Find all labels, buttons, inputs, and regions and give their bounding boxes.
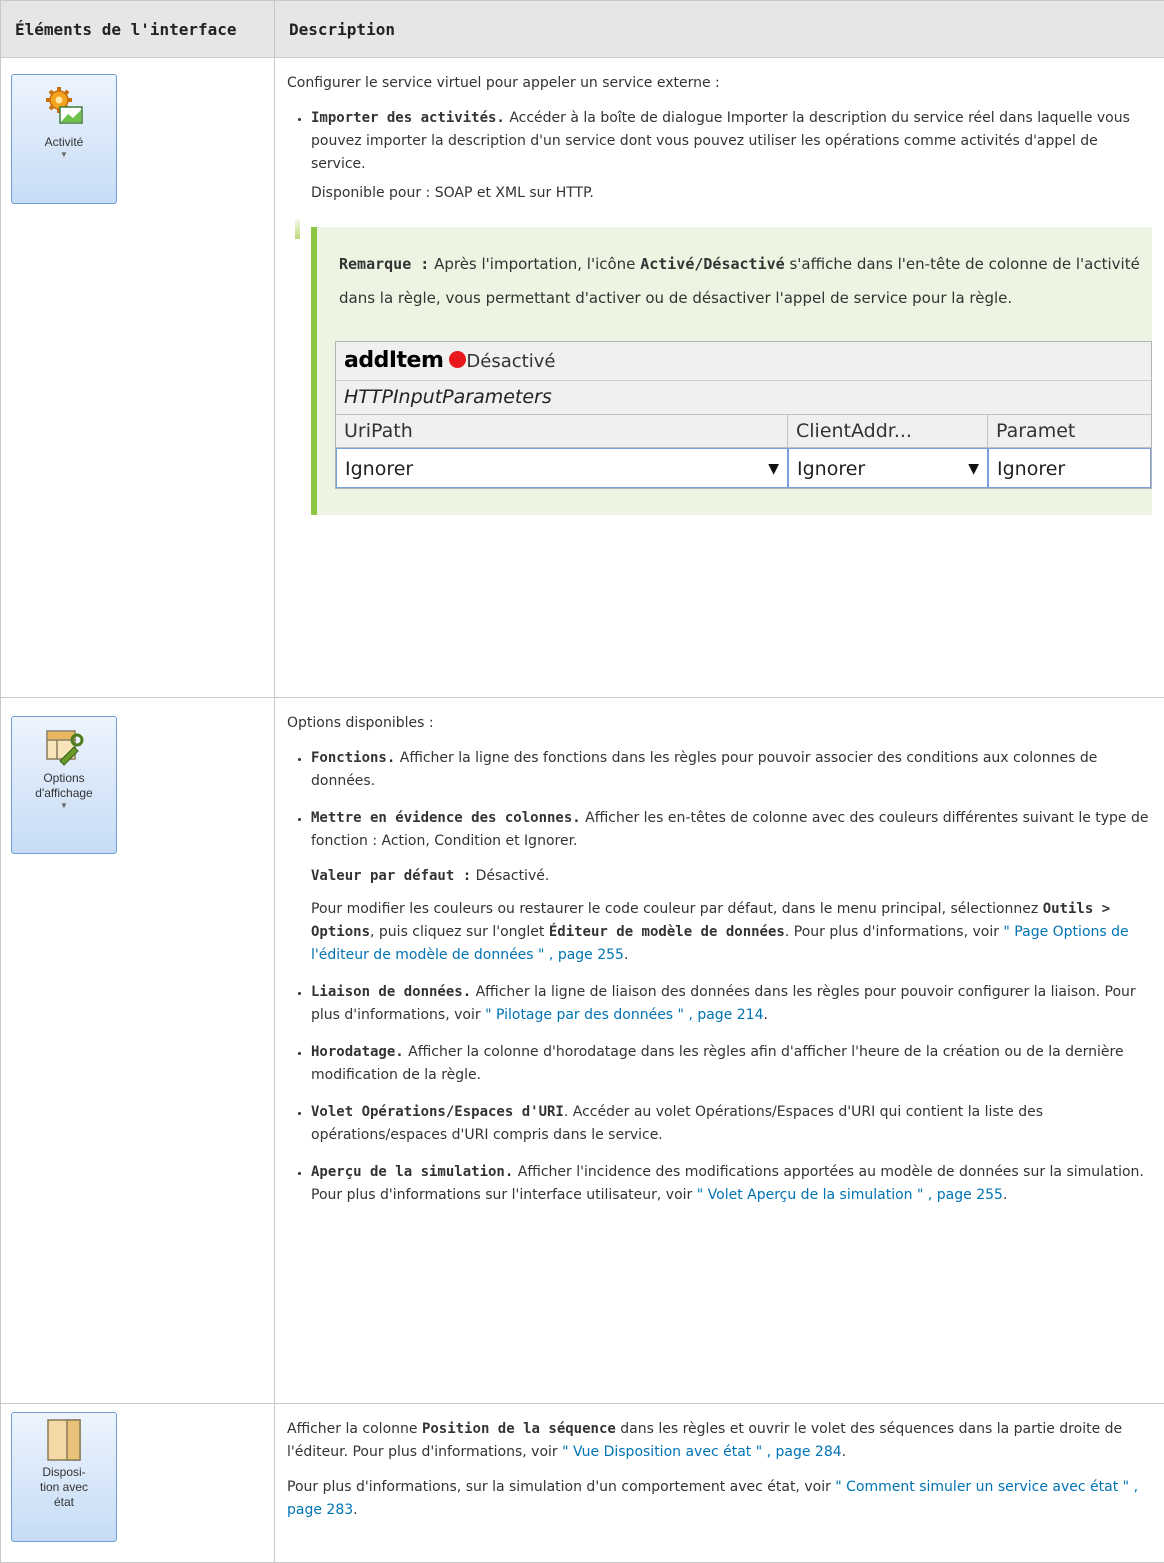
chevron-down-icon[interactable]: ▼	[768, 449, 779, 488]
description-cell: Configurer le service virtuel pour appel…	[275, 58, 1164, 698]
chevron-down-icon[interactable]: ▼	[968, 449, 979, 488]
activity-screenshot: addItem Désactivé HTTPInputParameters Uri…	[335, 341, 1152, 489]
text-part: Pour plus d'informations, sur la simulat…	[287, 1479, 835, 1495]
select-value: Ignorer	[997, 458, 1065, 480]
display-options-button[interactable]: Options d'affichage ▼	[11, 716, 117, 854]
layout-wrench-icon	[44, 727, 84, 767]
column-header-elements: Éléments de l'interface	[1, 1, 275, 58]
item-text: Afficher la ligne des fonctions dans les…	[311, 750, 1097, 789]
element-cell: Disposi- tion avec état	[1, 1404, 275, 1563]
item-title: Aperçu de la simulation.	[311, 1164, 513, 1180]
default-value: Valeur par défaut : Désactivé.	[311, 865, 1152, 888]
select-value: Ignorer	[797, 458, 865, 480]
stateful-simulation-info: Pour plus d'informations, sur la simulat…	[287, 1476, 1152, 1522]
note-text-part: Après l'importation, l'icône	[429, 255, 640, 273]
item-title: Volet Opérations/Espaces d'URI	[311, 1104, 564, 1120]
values-row: Ignorer ▼ Ignorer ▼ Ignorer	[336, 448, 1151, 488]
activity-header: addItem Désactivé	[336, 342, 1151, 381]
item-title: Mettre en évidence des colonnes.	[311, 810, 581, 826]
note-box: Remarque : Après l'importation, l'icône …	[311, 227, 1152, 515]
description-cell: Options disponibles : Fonctions. Affiche…	[275, 698, 1164, 1404]
note-label: Remarque :	[339, 255, 429, 273]
description-cell: Afficher la colonne Position de la séque…	[275, 1404, 1164, 1563]
availability-text: Disponible pour : SOAP et XML sur HTTP.	[311, 182, 1152, 205]
list-item: Horodatage. Afficher la colonne d'horoda…	[311, 1041, 1152, 1087]
disabled-status-icon[interactable]	[449, 351, 466, 368]
display-options-intro: Options disponibles :	[287, 712, 1152, 735]
activity-button[interactable]: Activité ▼	[11, 74, 117, 204]
item-text: Afficher la colonne d'horodatage dans le…	[311, 1044, 1124, 1083]
text-part: , puis cliquez sur l'onglet	[370, 924, 549, 940]
column-clientaddr[interactable]: ClientAddr...	[788, 415, 988, 448]
list-item: Volet Opérations/Espaces d'URI. Accéder …	[311, 1101, 1152, 1147]
element-cell: Activité ▼	[1, 58, 275, 698]
select-value: Ignorer	[345, 458, 413, 480]
item-title: Liaison de données.	[311, 984, 471, 1000]
table-row: Options d'affichage ▼ Options disponible…	[1, 698, 1164, 1404]
activity-intro: Configurer le service virtuel pour appel…	[287, 72, 1152, 95]
parameters-select[interactable]: Ignorer	[988, 448, 1151, 488]
activity-button-label: Activité	[12, 135, 116, 150]
list-item: Fonctions. Afficher la ligne des fonctio…	[311, 747, 1152, 793]
stateful-layout-label-3: état	[12, 1495, 116, 1510]
split-panel-icon	[47, 1419, 81, 1461]
uripath-select[interactable]: Ignorer ▼	[336, 448, 788, 488]
table-row: Activité ▼ Configurer le service virtuel…	[1, 58, 1164, 698]
colors-paragraph: Pour modifier les couleurs ou restaurer …	[311, 898, 1152, 967]
tab-name: Éditeur de modèle de données	[549, 924, 785, 940]
gear-chart-icon	[42, 85, 86, 129]
dropdown-arrow-icon: ▼	[12, 801, 116, 810]
item-title: Importer des activités.	[311, 110, 505, 126]
list-item: Mettre en évidence des colonnes. Affiche…	[311, 807, 1152, 967]
activity-status[interactable]: Désactivé	[466, 351, 555, 372]
display-options-label-1: Options	[12, 771, 116, 786]
display-options-list: Fonctions. Afficher la ligne des fonctio…	[287, 747, 1152, 1207]
text-part: Afficher la colonne	[287, 1421, 422, 1437]
column-uripath[interactable]: UriPath	[336, 415, 788, 448]
clientaddr-select[interactable]: Ignorer ▼	[788, 448, 988, 488]
text-part: .	[763, 1007, 767, 1023]
stateful-layout-view-link[interactable]: " Vue Disposition avec état " , page 284	[562, 1444, 842, 1460]
text-part: Pour modifier les couleurs ou restaurer …	[311, 901, 1043, 917]
text-part: . Pour plus d'informations, voir	[785, 924, 1004, 940]
note-text: Remarque : Après l'importation, l'icône …	[339, 247, 1144, 315]
element-cell: Options d'affichage ▼	[1, 698, 275, 1404]
list-item: Importer des activités. Accéder à la boî…	[311, 107, 1152, 176]
activity-name: addItem	[344, 348, 443, 373]
item-title: Fonctions.	[311, 750, 395, 766]
data-driving-link[interactable]: " Pilotage par des données " , page 214	[485, 1007, 763, 1023]
text-part: .	[353, 1502, 357, 1518]
text-part: .	[1003, 1187, 1007, 1203]
stateful-layout-label-2: tion avec	[12, 1480, 116, 1495]
dropdown-arrow-icon: ▼	[12, 150, 116, 159]
note-bold-term: Activé/Désactivé	[640, 255, 785, 273]
activity-options-list: Importer des activités. Accéder à la boî…	[287, 107, 1152, 176]
display-options-label-2: d'affichage	[12, 786, 116, 801]
list-item: Liaison de données. Afficher la ligne de…	[311, 981, 1152, 1027]
simulation-preview-link[interactable]: " Volet Aperçu de la simulation " , page…	[697, 1187, 1003, 1203]
columns-header-row: UriPath ClientAddr... Paramet	[336, 415, 1151, 448]
default-text: Désactivé.	[471, 868, 549, 884]
column-parameters[interactable]: Paramet	[988, 415, 1151, 448]
table-header-row: Éléments de l'interface Description	[1, 1, 1164, 58]
list-item: Aperçu de la simulation. Afficher l'inci…	[311, 1161, 1152, 1207]
parameters-header: HTTPInputParameters	[336, 381, 1151, 415]
table-row: Disposi- tion avec état Afficher la colo…	[1, 1404, 1164, 1563]
note-marker-icon	[295, 219, 300, 239]
stateful-layout-label-1: Disposi-	[12, 1465, 116, 1480]
column-header-description: Description	[275, 1, 1164, 58]
stateful-layout-description: Afficher la colonne Position de la séque…	[287, 1418, 1152, 1464]
default-label: Valeur par défaut :	[311, 868, 471, 884]
column-name: Position de la séquence	[422, 1421, 616, 1437]
text-part: .	[624, 947, 628, 963]
stateful-layout-button[interactable]: Disposi- tion avec état	[11, 1412, 117, 1542]
text-part: .	[842, 1444, 846, 1460]
item-title: Horodatage.	[311, 1044, 404, 1060]
ui-elements-table: Éléments de l'interface Description	[0, 0, 1164, 1563]
